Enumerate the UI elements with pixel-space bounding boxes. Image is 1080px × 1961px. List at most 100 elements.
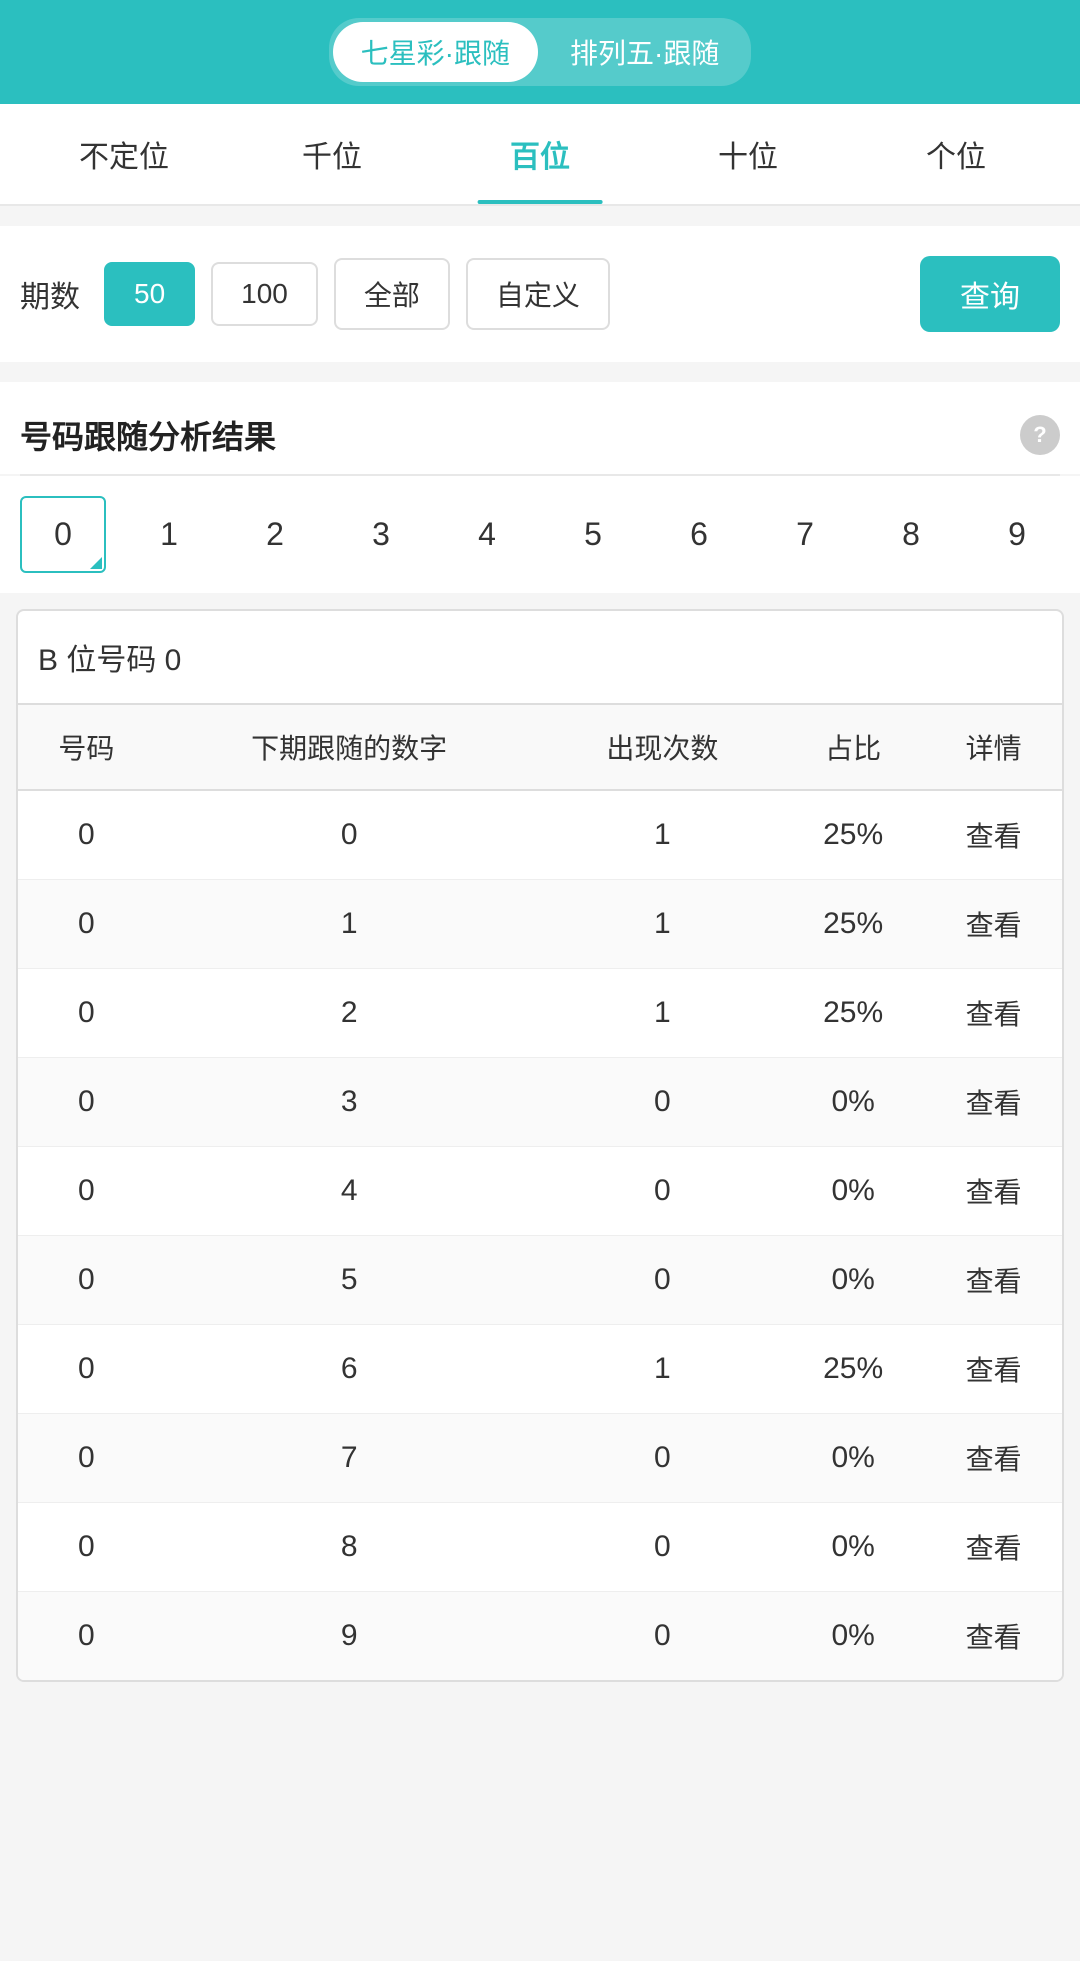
cell-next: 0 — [155, 790, 544, 880]
col-ratio: 占比 — [781, 705, 925, 790]
cell-count: 1 — [544, 969, 782, 1058]
tab-qianwei[interactable]: 千位 — [228, 104, 436, 204]
help-icon[interactable]: ? — [1020, 415, 1060, 455]
period-btn-100[interactable]: 100 — [211, 262, 318, 326]
cell-detail[interactable]: 查看 — [925, 1503, 1062, 1592]
number-btn-2[interactable]: 2 — [232, 496, 318, 573]
cell-next: 6 — [155, 1325, 544, 1414]
cell-ratio: 0% — [781, 1503, 925, 1592]
cell-next: 9 — [155, 1592, 544, 1681]
header: 七星彩·跟随 排列五·跟随 — [0, 0, 1080, 104]
cell-next: 1 — [155, 880, 544, 969]
cell-num: 0 — [18, 1058, 155, 1147]
col-num: 号码 — [18, 705, 155, 790]
tab-pailiewu[interactable]: 排列五·跟随 — [542, 22, 747, 82]
cell-num: 0 — [18, 1147, 155, 1236]
cell-count: 0 — [544, 1414, 782, 1503]
period-btn-all[interactable]: 全部 — [334, 258, 450, 330]
cell-ratio: 25% — [781, 790, 925, 880]
period-section: 期数 50 100 全部 自定义 查询 — [0, 226, 1080, 362]
cell-next: 8 — [155, 1503, 544, 1592]
number-btn-8[interactable]: 8 — [868, 496, 954, 573]
cell-next: 2 — [155, 969, 544, 1058]
number-selector: 0 1 2 3 4 5 6 7 8 9 — [0, 476, 1080, 593]
cell-detail[interactable]: 查看 — [925, 1414, 1062, 1503]
cell-next: 7 — [155, 1414, 544, 1503]
period-label: 期数 — [20, 272, 80, 316]
cell-next: 3 — [155, 1058, 544, 1147]
cell-count: 0 — [544, 1503, 782, 1592]
analysis-header: 号码跟随分析结果 ? — [0, 382, 1080, 474]
table-row: 0 4 0 0% 查看 — [18, 1147, 1062, 1236]
cell-next: 5 — [155, 1236, 544, 1325]
cell-detail[interactable]: 查看 — [925, 1592, 1062, 1681]
table-row: 0 9 0 0% 查看 — [18, 1592, 1062, 1681]
tab-gewei[interactable]: 个位 — [852, 104, 1060, 204]
cell-detail[interactable]: 查看 — [925, 1236, 1062, 1325]
analysis-table-wrapper: B 位号码 0 号码 下期跟随的数字 出现次数 占比 详情 0 0 1 25% … — [16, 609, 1064, 1682]
cell-detail[interactable]: 查看 — [925, 1147, 1062, 1236]
cell-count: 1 — [544, 880, 782, 969]
number-btn-4[interactable]: 4 — [444, 496, 530, 573]
table-row: 0 7 0 0% 查看 — [18, 1414, 1062, 1503]
cell-num: 0 — [18, 969, 155, 1058]
table-row: 0 1 1 25% 查看 — [18, 880, 1062, 969]
col-count: 出现次数 — [544, 705, 782, 790]
table-row: 0 0 1 25% 查看 — [18, 790, 1062, 880]
cell-next: 4 — [155, 1147, 544, 1236]
period-btn-50[interactable]: 50 — [104, 262, 195, 326]
cell-detail[interactable]: 查看 — [925, 969, 1062, 1058]
table-row: 0 8 0 0% 查看 — [18, 1503, 1062, 1592]
cell-ratio: 25% — [781, 1325, 925, 1414]
cell-count: 0 — [544, 1592, 782, 1681]
cell-detail[interactable]: 查看 — [925, 790, 1062, 880]
position-tabs: 不定位 千位 百位 十位 个位 — [0, 104, 1080, 206]
cell-ratio: 0% — [781, 1058, 925, 1147]
col-next: 下期跟随的数字 — [155, 705, 544, 790]
cell-detail[interactable]: 查看 — [925, 1325, 1062, 1414]
cell-num: 0 — [18, 1236, 155, 1325]
period-btn-custom[interactable]: 自定义 — [466, 258, 610, 330]
tab-baiwei[interactable]: 百位 — [436, 104, 644, 204]
tab-shiwei[interactable]: 十位 — [644, 104, 852, 204]
number-btn-6[interactable]: 6 — [656, 496, 742, 573]
number-btn-3[interactable]: 3 — [338, 496, 424, 573]
cell-count: 0 — [544, 1147, 782, 1236]
tab-qixingcai[interactable]: 七星彩·跟随 — [333, 22, 538, 82]
table-header-row: 号码 下期跟随的数字 出现次数 占比 详情 — [18, 705, 1062, 790]
number-btn-0[interactable]: 0 — [20, 496, 106, 573]
cell-ratio: 0% — [781, 1236, 925, 1325]
col-detail: 详情 — [925, 705, 1062, 790]
number-btn-9[interactable]: 9 — [974, 496, 1060, 573]
table-row: 0 2 1 25% 查看 — [18, 969, 1062, 1058]
cell-num: 0 — [18, 1414, 155, 1503]
cell-ratio: 25% — [781, 880, 925, 969]
query-button[interactable]: 查询 — [920, 256, 1060, 332]
analysis-table: 号码 下期跟随的数字 出现次数 占比 详情 0 0 1 25% 查看 0 1 1… — [18, 705, 1062, 1680]
number-btn-5[interactable]: 5 — [550, 496, 636, 573]
cell-num: 0 — [18, 880, 155, 969]
tab-budingwei[interactable]: 不定位 — [20, 104, 228, 204]
number-btn-7[interactable]: 7 — [762, 496, 848, 573]
header-tabs: 七星彩·跟随 排列五·跟随 — [329, 18, 752, 86]
table-row: 0 3 0 0% 查看 — [18, 1058, 1062, 1147]
table-row: 0 6 1 25% 查看 — [18, 1325, 1062, 1414]
analysis-title: 号码跟随分析结果 — [20, 412, 276, 458]
table-title: B 位号码 0 — [18, 611, 1062, 705]
cell-num: 0 — [18, 1592, 155, 1681]
cell-count: 1 — [544, 790, 782, 880]
cell-ratio: 0% — [781, 1414, 925, 1503]
cell-ratio: 0% — [781, 1147, 925, 1236]
cell-num: 0 — [18, 790, 155, 880]
cell-count: 0 — [544, 1058, 782, 1147]
cell-ratio: 0% — [781, 1592, 925, 1681]
number-btn-1[interactable]: 1 — [126, 496, 212, 573]
cell-detail[interactable]: 查看 — [925, 880, 1062, 969]
table-row: 0 5 0 0% 查看 — [18, 1236, 1062, 1325]
cell-ratio: 25% — [781, 969, 925, 1058]
cell-num: 0 — [18, 1503, 155, 1592]
cell-count: 0 — [544, 1236, 782, 1325]
cell-count: 1 — [544, 1325, 782, 1414]
cell-detail[interactable]: 查看 — [925, 1058, 1062, 1147]
cell-num: 0 — [18, 1325, 155, 1414]
